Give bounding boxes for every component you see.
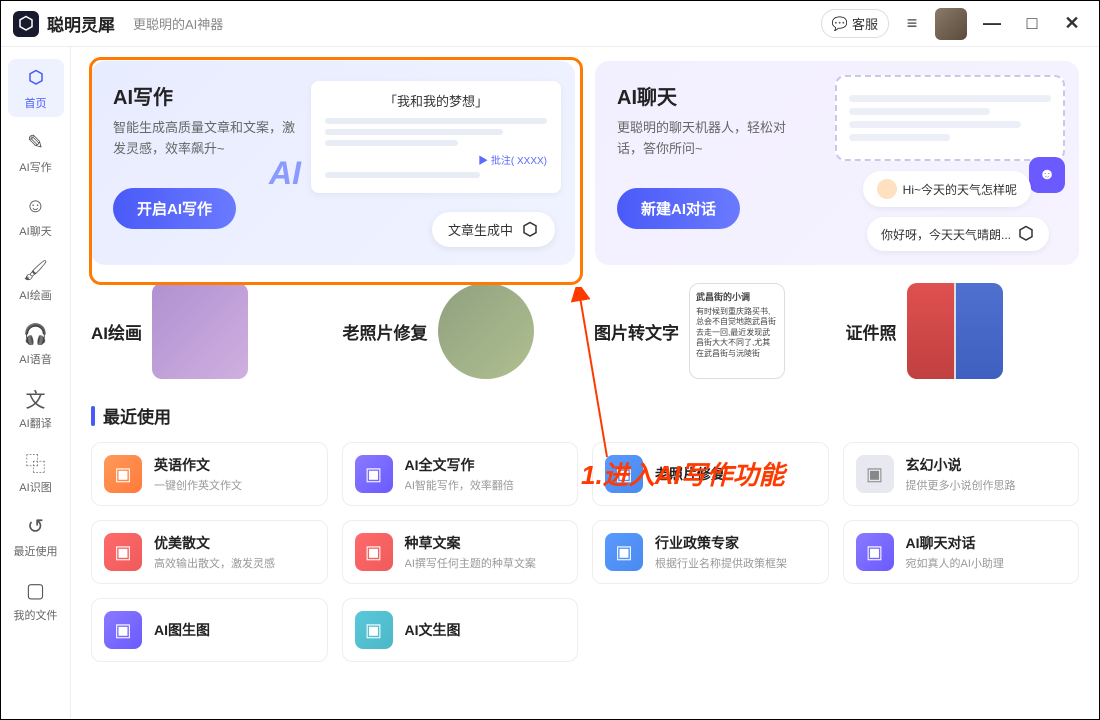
recent-item[interactable]: ▣ AI聊天对话宛如真人的AI小助理 bbox=[843, 520, 1080, 584]
chat-icon: 💬 bbox=[832, 16, 848, 32]
chat-illustration bbox=[835, 75, 1065, 161]
app-name: 聪明灵犀 bbox=[47, 11, 115, 36]
chat-bubble-ai: 你好呀，今天天气晴朗... bbox=[867, 217, 1049, 251]
recent-item-title: AI文生图 bbox=[405, 620, 461, 640]
tool-ai-paint[interactable]: AI绘画 bbox=[91, 283, 325, 379]
tool-photo-restore[interactable]: 老照片修复 bbox=[343, 283, 577, 379]
recent-item-title: 玄幻小说 bbox=[906, 455, 1016, 475]
recent-item-title: 优美散文 bbox=[154, 533, 275, 553]
main-content: AI写作 智能生成高质量文章和文案，激发灵感，效率飙升~ 开启AI写作 AI 「… bbox=[71, 47, 1099, 719]
recent-item-icon: ▣ bbox=[104, 611, 142, 649]
maximize-button[interactable]: □ bbox=[1017, 9, 1047, 39]
recent-item-icon: ▣ bbox=[856, 455, 894, 493]
recent-item-sub: 高效输出散文，激发灵感 bbox=[154, 555, 275, 571]
scan-icon: ⿻ bbox=[23, 449, 49, 475]
minimize-button[interactable]: — bbox=[977, 9, 1007, 39]
idphoto-thumb bbox=[907, 283, 1003, 379]
recent-item-icon: ▣ bbox=[355, 611, 393, 649]
sidebar-item-recent[interactable]: ↺ 最近使用 bbox=[8, 507, 64, 565]
topbar: 聪明灵犀 更聪明的AI神器 💬 客服 ≡ — □ ✕ bbox=[1, 1, 1099, 47]
recent-item-title: 英语作文 bbox=[154, 455, 242, 475]
app-logo-icon bbox=[13, 11, 39, 37]
recent-item-title: 种草文案 bbox=[405, 533, 536, 553]
new-ai-chat-button[interactable]: 新建AI对话 bbox=[617, 188, 740, 229]
recent-item-title: AI全文写作 bbox=[405, 455, 514, 475]
generating-pill: 文章生成中 bbox=[432, 212, 555, 247]
sidebar: 首页 ✎ AI写作 ☺ AI聊天 🖌 AI绘画 🎧 AI语音 文 AI翻译 ⿻ … bbox=[1, 47, 71, 719]
recent-item[interactable]: ▣ 种草文案 AI撰写任何主题的种草文案 bbox=[342, 520, 579, 584]
recent-item-sub: 根据行业名称提供政策框架 bbox=[655, 555, 787, 571]
ai-badge: AI bbox=[269, 155, 301, 192]
tool-id-photo[interactable]: 证件照 bbox=[846, 283, 1080, 379]
hexagon-icon bbox=[23, 65, 49, 91]
recent-item-title: AI图生图 bbox=[154, 620, 210, 640]
recent-item-icon: ▣ bbox=[856, 533, 894, 571]
chat-icon: ☺ bbox=[23, 193, 49, 219]
avatar[interactable] bbox=[935, 8, 967, 40]
recent-item-icon: ▣ bbox=[605, 533, 643, 571]
write-illustration: 「我和我的梦想」 ▶ 批注( XXXX) bbox=[311, 81, 561, 193]
recent-item-sub: 一键创作英文作文 bbox=[154, 477, 242, 493]
logo: 聪明灵犀 更聪明的AI神器 bbox=[13, 11, 223, 37]
chat-bubble-user: Hi~今天的天气怎样呢 bbox=[863, 171, 1031, 207]
recent-item[interactable]: ▣ AI全文写作 AI智能写作，效率翻倍 bbox=[342, 442, 579, 506]
tool-ocr[interactable]: 图片转文字 武昌街的小调 有时候到重庆路买书,总会不自觉地跑武昌街去走一回,最近… bbox=[594, 283, 828, 379]
recent-item[interactable]: ▣ 行业政策专家根据行业名称提供政策框架 bbox=[592, 520, 829, 584]
hero-ai-chat[interactable]: AI聊天 更聪明的聊天机器人，轻松对话，答你所问~ 新建AI对话 ☻ Hi~今天… bbox=[595, 61, 1079, 265]
start-ai-write-button[interactable]: 开启AI写作 bbox=[113, 188, 236, 229]
sidebar-item-home[interactable]: 首页 bbox=[8, 59, 64, 117]
annotation-text: 1.进入AI写作功能 bbox=[581, 455, 785, 492]
app-tagline: 更聪明的AI神器 bbox=[133, 14, 223, 33]
recent-item-icon: ▣ bbox=[104, 455, 142, 493]
sidebar-item-write[interactable]: ✎ AI写作 bbox=[8, 123, 64, 181]
sidebar-item-translate[interactable]: 文 AI翻译 bbox=[8, 379, 64, 437]
sidebar-item-voice[interactable]: 🎧 AI语音 bbox=[8, 315, 64, 373]
ocr-thumb: 武昌街的小调 有时候到重庆路买书,总会不自觉地跑武昌街去走一回,最近发现武昌街大… bbox=[689, 283, 785, 379]
recent-item-title: AI聊天对话 bbox=[906, 533, 1004, 553]
recent-item[interactable]: ▣ AI文生图 bbox=[342, 598, 579, 662]
hero-ai-write[interactable]: AI写作 智能生成高质量文章和文案，激发灵感，效率飙升~ 开启AI写作 AI 「… bbox=[91, 61, 575, 265]
sidebar-item-scan[interactable]: ⿻ AI识图 bbox=[8, 443, 64, 501]
recent-item[interactable]: ▣ AI图生图 bbox=[91, 598, 328, 662]
hero-desc: 更聪明的聊天机器人，轻松对话，答你所问~ bbox=[617, 118, 807, 160]
recent-item-sub: 提供更多小说创作思路 bbox=[906, 477, 1016, 493]
file-icon: ▢ bbox=[23, 577, 49, 603]
recent-item[interactable]: ▣ 英语作文一键创作英文作文 bbox=[91, 442, 328, 506]
feather-icon: ✎ bbox=[23, 129, 49, 155]
sidebar-item-chat[interactable]: ☺ AI聊天 bbox=[8, 187, 64, 245]
hero-desc: 智能生成高质量文章和文案，激发灵感，效率飙升~ bbox=[113, 118, 303, 160]
bubble-avatar-icon bbox=[877, 179, 897, 199]
menu-icon[interactable]: ≡ bbox=[899, 11, 925, 37]
recent-item-sub: 宛如真人的AI小助理 bbox=[906, 555, 1004, 571]
translate-icon: 文 bbox=[23, 385, 49, 411]
restore-thumb bbox=[438, 283, 534, 379]
recent-item-icon: ▣ bbox=[355, 533, 393, 571]
recent-item-sub: AI撰写任何主题的种草文案 bbox=[405, 555, 536, 571]
recent-item[interactable]: ▣ 优美散文高效输出散文，激发灵感 bbox=[91, 520, 328, 584]
sidebar-item-files[interactable]: ▢ 我的文件 bbox=[8, 571, 64, 629]
recent-item-sub: AI智能写作，效率翻倍 bbox=[405, 477, 514, 493]
recent-header: 最近使用 bbox=[91, 403, 1079, 428]
recent-item[interactable]: ▣ 玄幻小说提供更多小说创作思路 bbox=[843, 442, 1080, 506]
brush-icon: 🖌 bbox=[23, 257, 49, 283]
customer-service-button[interactable]: 💬 客服 bbox=[821, 9, 889, 38]
close-button[interactable]: ✕ bbox=[1057, 9, 1087, 39]
recent-item-icon: ▣ bbox=[355, 455, 393, 493]
recent-item-title: 行业政策专家 bbox=[655, 533, 787, 553]
chat-fab-icon: ☻ bbox=[1029, 157, 1065, 193]
headphone-icon: 🎧 bbox=[23, 321, 49, 347]
sidebar-item-paint[interactable]: 🖌 AI绘画 bbox=[8, 251, 64, 309]
recent-item-icon: ▣ bbox=[104, 533, 142, 571]
paint-thumb bbox=[152, 283, 248, 379]
clock-icon: ↺ bbox=[23, 513, 49, 539]
